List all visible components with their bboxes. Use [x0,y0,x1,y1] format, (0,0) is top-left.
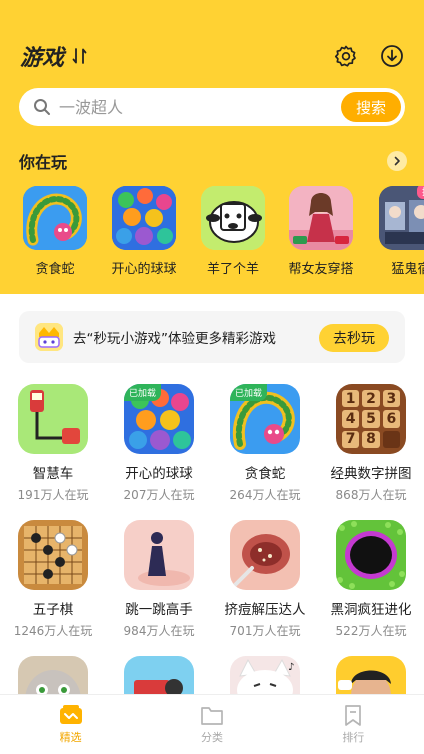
puzzle-tile: 6 [382,410,400,428]
puzzle-tile: 7 [342,430,360,448]
loaded-badge: 已加载 [124,384,162,401]
game-grid: 智慧车 191万人在玩 已加载 开心的球球 207万人在玩 已加载 贪食蛇 26… [0,384,424,694]
tab-ranking[interactable]: 排行 [283,695,424,754]
game-card[interactable]: 黑洞疯狂进化 522万人在玩 [318,520,424,639]
player-count: 868万人在玩 [335,488,407,502]
recent-item-label: 猛鬼宿 [391,262,424,277]
cat-face-game-icon: ♪ [230,656,300,694]
player-count: 207万人在玩 [123,488,195,502]
game-card[interactable] [106,656,212,694]
page-title: 游戏 [20,46,65,71]
recommend-badge: 推荐 [416,186,424,199]
jump-game-icon [124,520,194,590]
mini-games-logo-icon [35,323,63,351]
game-name: 跳一跳高手 [125,602,193,618]
truck-game-icon [124,656,194,694]
gear-icon[interactable] [334,44,358,68]
search-button[interactable]: 搜索 [341,92,401,122]
go-play-button[interactable]: 去秒玩 [319,324,389,352]
puzzle-tile: 8 [362,430,380,448]
game-name: 开心的球球 [125,466,193,482]
folder-icon [201,707,223,725]
tab-label: 分类 [200,731,223,744]
tab-featured[interactable]: 精选 [0,695,141,754]
game-card[interactable]: 已加载 贪食蛇 264万人在玩 [212,384,318,503]
svg-text:♪: ♪ [288,662,294,673]
player-count: 191万人在玩 [17,488,89,502]
game-card[interactable]: 已加载 开心的球球 207万人在玩 [106,384,212,503]
sort-icon[interactable] [72,47,88,65]
game-card[interactable]: 1 2 3 4 5 6 7 8 经典数字拼图 868万人在玩 [318,384,424,503]
recent-more-button[interactable] [387,151,407,171]
balls-game-icon: 已加载 [124,384,194,454]
game-card[interactable]: 智慧车 191万人在玩 [0,384,106,503]
game-name: 经典数字拼图 [330,466,412,482]
recent-item[interactable]: 帮女友穿搭 [276,186,366,277]
game-card[interactable]: 跳一跳高手 984万人在玩 [106,520,212,639]
search-input[interactable] [59,97,309,117]
recent-item-label: 开心的球球 [111,262,177,277]
snake-game-icon: 已加载 [230,384,300,454]
search-icon [34,99,50,115]
recent-item[interactable]: 开心的球球 [99,186,189,277]
mini-games-promo[interactable]: 去“秒玩小游戏”体验更多精彩游戏 去秒玩 [19,311,405,363]
game-name: 智慧车 [32,466,74,482]
bookmark-icon [345,705,362,726]
game-card[interactable]: 五子棋 1246万人在玩 [0,520,106,639]
recent-item[interactable]: 推荐 猛鬼宿 [366,186,424,277]
balls-game-icon [112,186,176,250]
game-card[interactable]: ♪ [212,656,318,694]
download-icon[interactable] [380,44,404,68]
car-game-icon [18,384,88,454]
player-count: 264万人在玩 [229,488,301,502]
recent-item-label: 帮女友穿搭 [288,262,354,277]
featured-icon [59,705,82,724]
player-count: 701万人在玩 [229,624,301,638]
dressup-game-icon [289,186,353,250]
recent-games-list: 贪食蛇 开心的球球 羊了个羊 帮女友穿搭 猛鬼宿 [0,186,424,286]
recent-item[interactable]: 羊了个羊 [188,186,278,277]
cat-avatar-game-icon [18,656,88,694]
recent-title: 你在玩 [19,153,68,172]
game-card[interactable]: 挤痘解压达人 701万人在玩 [212,520,318,639]
promo-text: 去“秒玩小游戏”体验更多精彩游戏 [73,331,276,347]
loaded-badge: 已加载 [230,384,268,401]
sheep-game-icon [201,186,265,250]
recent-header: 你在玩 [19,148,407,174]
recent-item[interactable]: 贪食蛇 [10,186,100,277]
game-card[interactable] [0,656,106,694]
puzzle-tile: 4 [342,410,360,428]
gomoku-icon [18,520,88,590]
tab-label: 排行 [342,731,365,744]
puzzle-tile: 1 [342,390,360,408]
game-name: 挤痘解压达人 [224,602,306,618]
header: 游戏 [20,38,404,74]
game-card[interactable] [318,656,424,694]
puzzle-tile: 3 [382,390,400,408]
puzzle-tile: 5 [362,410,380,428]
recent-item-label: 贪食蛇 [35,262,75,277]
game-name: 五子棋 [32,602,74,618]
puzzle-empty-tile [382,430,400,448]
chevron-right-icon [394,156,400,166]
number-puzzle-icon: 1 2 3 4 5 6 7 8 [336,384,406,454]
player-count: 984万人在玩 [123,624,195,638]
game-name: 黑洞疯狂进化 [330,602,412,618]
search-bar: 搜索 [19,88,405,126]
ghost-game-icon: 推荐 [379,186,424,250]
tab-label: 精选 [59,731,82,744]
black-hole-icon [336,520,406,590]
player-count: 522万人在玩 [335,624,407,638]
bottom-tab-bar: 精选 分类 排行 [0,694,424,754]
recent-item-label: 羊了个羊 [206,262,259,277]
snake-game-icon [23,186,87,250]
pimple-game-icon [230,520,300,590]
game-name: 贪食蛇 [244,466,286,482]
puzzle-tile: 2 [362,390,380,408]
tab-categories[interactable]: 分类 [141,695,282,754]
man-face-game-icon [336,656,406,694]
player-count: 1246万人在玩 [13,624,93,638]
